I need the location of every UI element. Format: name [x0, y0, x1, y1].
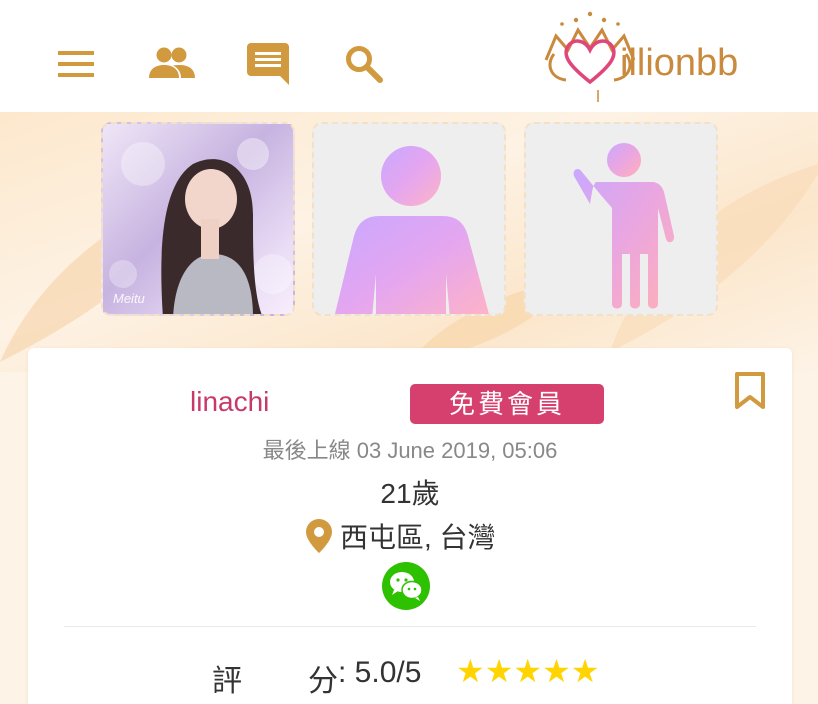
age-text: 21歲 — [380, 478, 440, 509]
rating-label-2: 分 — [308, 665, 338, 698]
female-silhouette-icon — [573, 143, 675, 309]
menu-icon[interactable] — [58, 51, 94, 77]
chat-icon[interactable] — [247, 43, 289, 85]
location-pin-icon — [306, 519, 332, 553]
divider — [64, 626, 756, 627]
bookmark-icon[interactable] — [734, 372, 766, 410]
location-text: 西屯區, 台灣 — [340, 522, 496, 553]
username[interactable]: linachi — [190, 386, 269, 418]
profile-card: linachi 免費會員 最後上線 03 June 2019, 05:06 21… — [28, 348, 792, 704]
profile-photo-image — [109, 138, 293, 314]
location: 西屯區, 台灣 — [306, 518, 496, 554]
profile-photo[interactable]: Meitu — [101, 122, 295, 316]
logo-wordmark: illionbb — [620, 42, 739, 84]
rating-stars: ★★★★★ — [456, 653, 600, 689]
photo-watermark: Meitu — [113, 291, 145, 306]
rating-value: : 5.0/5 — [338, 656, 422, 689]
rating-label-1: 評 — [212, 665, 242, 698]
people-icon[interactable] — [149, 46, 195, 80]
wechat-icon[interactable] — [382, 562, 430, 610]
top-nav-bar: illionbb — [0, 0, 818, 112]
member-badge: 免費會員 — [410, 384, 604, 424]
photo-placeholder-female[interactable] — [524, 122, 718, 316]
profile-photo-banner: Meitu — [0, 112, 818, 372]
search-icon[interactable] — [345, 45, 383, 83]
male-silhouette-icon — [334, 146, 489, 314]
last-online-text: 最後上線 03 June 2019, 05:06 — [262, 438, 558, 463]
photo-placeholder-male[interactable] — [312, 122, 506, 316]
